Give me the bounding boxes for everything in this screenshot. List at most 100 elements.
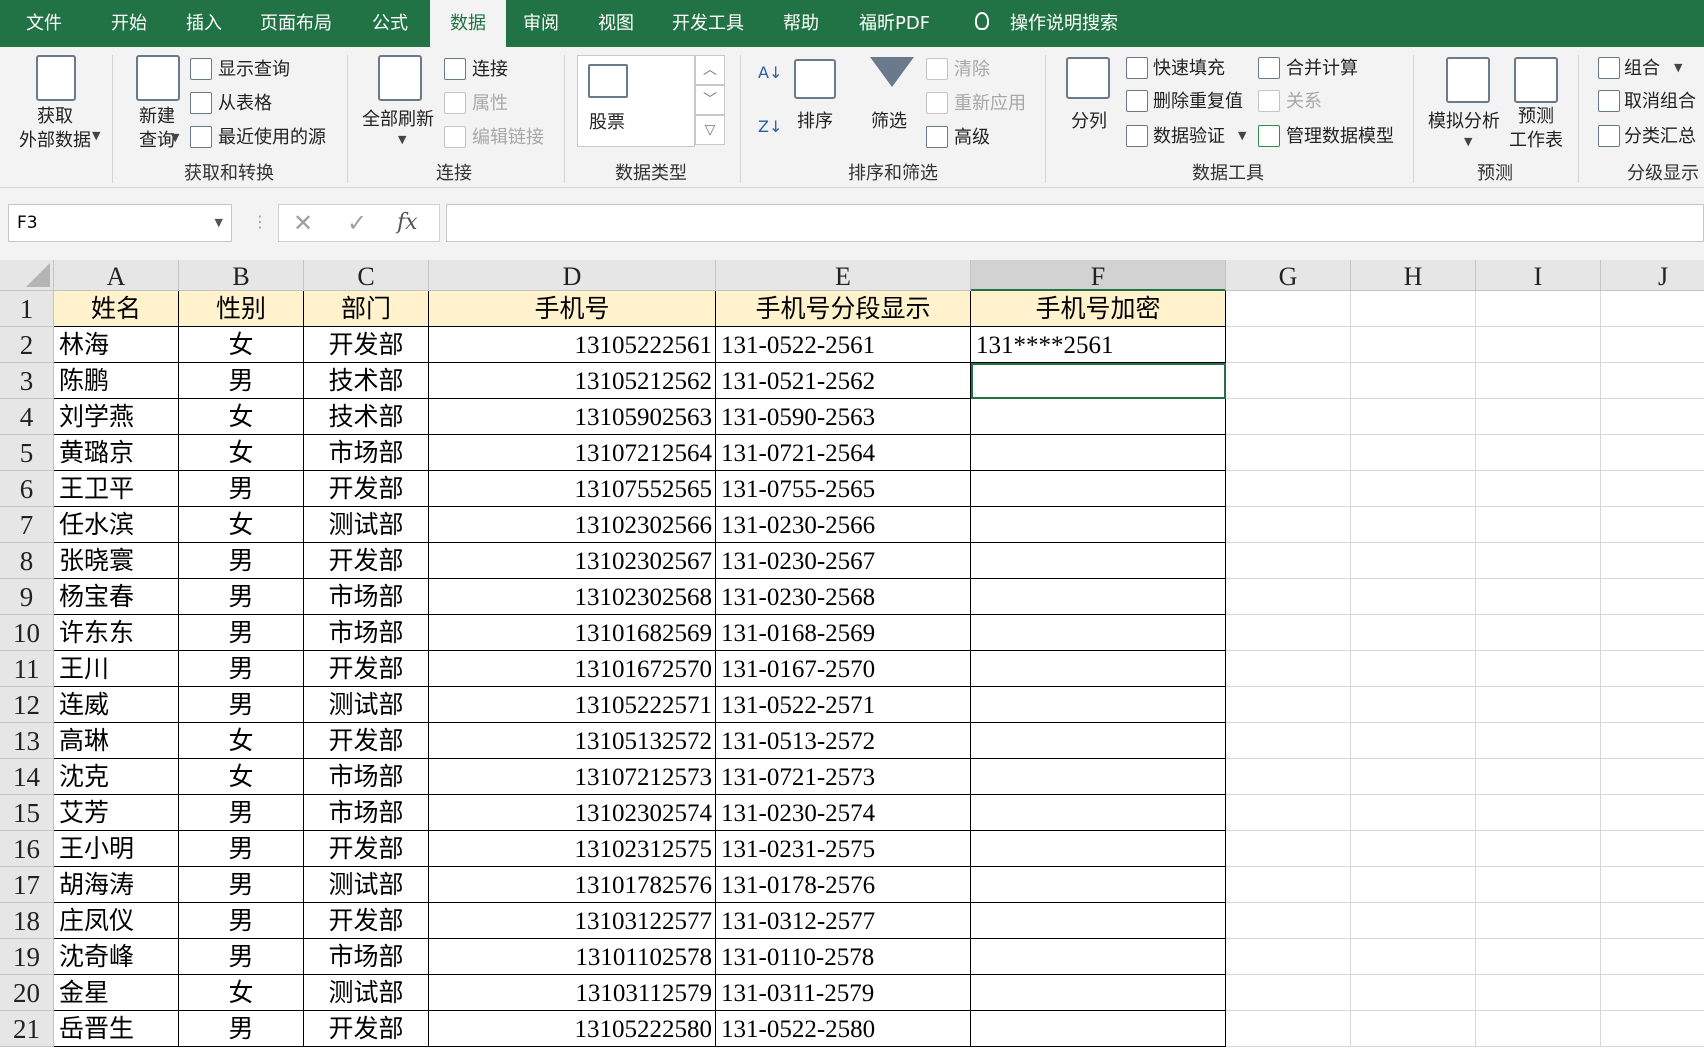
- table-cell[interactable]: 13101682569: [429, 615, 716, 651]
- table-cell[interactable]: [1601, 471, 1704, 507]
- table-cell[interactable]: [971, 615, 1226, 651]
- row-header[interactable]: 6: [0, 471, 54, 507]
- refresh-all-button[interactable]: 全部刷新: [362, 105, 434, 131]
- gallery-up-button[interactable]: ︿: [695, 55, 725, 85]
- table-cell[interactable]: 黄璐京: [54, 435, 179, 471]
- properties-button[interactable]: 属性: [472, 89, 508, 115]
- table-cell[interactable]: [1601, 723, 1704, 759]
- cancel-icon[interactable]: ✕: [293, 205, 313, 241]
- table-cell[interactable]: [971, 687, 1226, 723]
- table-cell[interactable]: 市场部: [304, 939, 429, 975]
- table-cell[interactable]: [1476, 327, 1601, 363]
- table-cell[interactable]: [1226, 651, 1351, 687]
- table-cell[interactable]: [1476, 507, 1601, 543]
- table-cell[interactable]: [1226, 507, 1351, 543]
- row-header[interactable]: 3: [0, 363, 54, 399]
- row-header[interactable]: 20: [0, 975, 54, 1011]
- table-cell[interactable]: 市场部: [304, 579, 429, 615]
- table-cell[interactable]: [1476, 1011, 1601, 1047]
- table-cell[interactable]: 13105222571: [429, 687, 716, 723]
- table-cell[interactable]: 沈奇峰: [54, 939, 179, 975]
- table-cell[interactable]: 131-0522-2580: [716, 1011, 971, 1047]
- filter-button[interactable]: 筛选: [871, 107, 907, 133]
- table-cell[interactable]: [971, 579, 1226, 615]
- table-cell[interactable]: [1351, 1011, 1476, 1047]
- table-cell[interactable]: [971, 831, 1226, 867]
- forecast-sheet-button[interactable]: 预测 工作表: [1503, 105, 1569, 153]
- table-cell[interactable]: [1476, 399, 1601, 435]
- table-cell[interactable]: [971, 543, 1226, 579]
- table-cell[interactable]: 女: [179, 507, 304, 543]
- table-cell[interactable]: 开发部: [304, 651, 429, 687]
- name-box[interactable]: F3 ▼: [8, 204, 232, 242]
- table-cell[interactable]: [1351, 723, 1476, 759]
- row-header[interactable]: 1: [0, 291, 54, 327]
- table-cell[interactable]: [1351, 651, 1476, 687]
- table-cell[interactable]: 开发部: [304, 723, 429, 759]
- table-cell[interactable]: 13102312575: [429, 831, 716, 867]
- table-cell[interactable]: [1351, 759, 1476, 795]
- table-cell[interactable]: 高琳: [54, 723, 179, 759]
- table-cell[interactable]: [1601, 327, 1704, 363]
- row-header[interactable]: 15: [0, 795, 54, 831]
- table-cell[interactable]: 金星: [54, 975, 179, 1011]
- tab-data[interactable]: 数据: [430, 0, 506, 47]
- table-cell[interactable]: [1601, 903, 1704, 939]
- table-cell[interactable]: [1226, 903, 1351, 939]
- gallery-more-button[interactable]: ▽: [695, 115, 725, 145]
- table-cell[interactable]: 13105212562: [429, 363, 716, 399]
- table-cell[interactable]: 张晓寰: [54, 543, 179, 579]
- table-cell[interactable]: 测试部: [304, 975, 429, 1011]
- tab-file[interactable]: 文件: [26, 0, 62, 47]
- row-header[interactable]: 13: [0, 723, 54, 759]
- table-cell[interactable]: 131-0721-2573: [716, 759, 971, 795]
- table-cell[interactable]: [1351, 795, 1476, 831]
- table-cell[interactable]: 男: [179, 543, 304, 579]
- table-cell[interactable]: [1351, 471, 1476, 507]
- table-cell[interactable]: 131-0231-2575: [716, 831, 971, 867]
- subtotal-button[interactable]: 分类汇总: [1624, 122, 1696, 148]
- table-cell[interactable]: [1601, 507, 1704, 543]
- table-cell[interactable]: 13105132572: [429, 723, 716, 759]
- chevron-down-icon[interactable]: ▼: [215, 205, 223, 241]
- table-cell[interactable]: 13102302566: [429, 507, 716, 543]
- table-cell[interactable]: 连威: [54, 687, 179, 723]
- drag-handle-icon[interactable]: ⋮: [252, 212, 268, 231]
- table-cell[interactable]: 131-0513-2572: [716, 723, 971, 759]
- table-cell[interactable]: [1601, 975, 1704, 1011]
- table-cell[interactable]: [1351, 903, 1476, 939]
- table-cell[interactable]: 131-0590-2563: [716, 399, 971, 435]
- row-header[interactable]: 19: [0, 939, 54, 975]
- row-header[interactable]: 10: [0, 615, 54, 651]
- table-cell[interactable]: 13101782576: [429, 867, 716, 903]
- table-cell[interactable]: [971, 435, 1226, 471]
- table-cell[interactable]: 岳晋生: [54, 1011, 179, 1047]
- table-cell[interactable]: 女: [179, 327, 304, 363]
- new-query-button[interactable]: 新建 查询: [122, 105, 192, 153]
- column-header-h[interactable]: H: [1351, 260, 1476, 291]
- table-cell[interactable]: [1601, 687, 1704, 723]
- column-header-j[interactable]: J: [1601, 260, 1704, 291]
- table-cell[interactable]: [1226, 687, 1351, 723]
- column-header-a[interactable]: A: [54, 260, 179, 291]
- table-cell[interactable]: 男: [179, 471, 304, 507]
- row-header[interactable]: 11: [0, 651, 54, 687]
- table-cell[interactable]: [1601, 543, 1704, 579]
- column-header-e[interactable]: E: [716, 260, 971, 291]
- table-cell[interactable]: 女: [179, 399, 304, 435]
- table-cell[interactable]: [1601, 291, 1704, 327]
- manage-data-model-button[interactable]: 管理数据模型: [1286, 122, 1394, 148]
- table-cell[interactable]: 王川: [54, 651, 179, 687]
- tab-help[interactable]: 帮助: [783, 0, 819, 47]
- table-cell[interactable]: [1351, 507, 1476, 543]
- table-cell[interactable]: 男: [179, 867, 304, 903]
- table-cell[interactable]: 男: [179, 363, 304, 399]
- table-cell[interactable]: [1601, 435, 1704, 471]
- table-cell[interactable]: 131-0110-2578: [716, 939, 971, 975]
- column-header-d[interactable]: D: [429, 260, 716, 291]
- table-cell[interactable]: [971, 795, 1226, 831]
- stock-data-type-gallery[interactable]: 股票: [577, 55, 695, 147]
- table-cell[interactable]: 13103112579: [429, 975, 716, 1011]
- table-header-cell[interactable]: 姓名: [54, 291, 179, 327]
- table-cell[interactable]: [1226, 975, 1351, 1011]
